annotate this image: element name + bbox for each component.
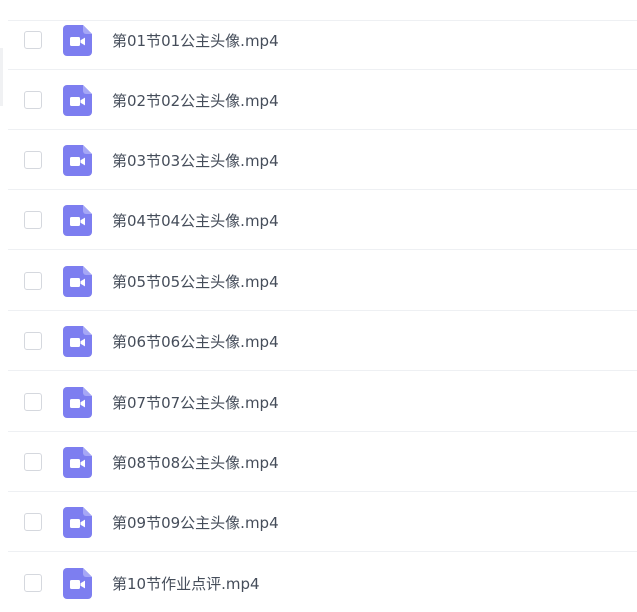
file-name[interactable]: 第08节08公主头像.mp4 <box>112 452 279 473</box>
row-checkbox[interactable] <box>24 332 42 350</box>
video-file-icon <box>63 386 92 418</box>
file-row[interactable]: 第01节01公主头像.mp4 <box>0 10 637 70</box>
row-checkbox[interactable] <box>24 91 42 109</box>
video-file-icon <box>63 24 92 56</box>
row-checkbox[interactable] <box>24 211 42 229</box>
file-name[interactable]: 第04节04公主头像.mp4 <box>112 210 279 231</box>
row-checkbox[interactable] <box>24 574 42 592</box>
file-name[interactable]: 第10节作业点评.mp4 <box>112 573 260 594</box>
file-row[interactable]: 第04节04公主头像.mp4 <box>0 190 637 250</box>
video-file-icon <box>63 567 92 599</box>
video-file-icon <box>63 446 92 478</box>
video-file-icon <box>63 84 92 116</box>
file-row[interactable]: 第09节09公主头像.mp4 <box>0 492 637 552</box>
row-checkbox[interactable] <box>24 272 42 290</box>
row-checkbox[interactable] <box>24 453 42 471</box>
row-checkbox[interactable] <box>24 151 42 169</box>
row-checkbox[interactable] <box>24 31 42 49</box>
video-file-icon <box>63 506 92 538</box>
file-name[interactable]: 第05节05公主头像.mp4 <box>112 271 279 292</box>
file-row[interactable]: 第05节05公主头像.mp4 <box>0 251 637 311</box>
file-name[interactable]: 第09节09公主头像.mp4 <box>112 512 279 533</box>
row-checkbox[interactable] <box>24 513 42 531</box>
file-name[interactable]: 第01节01公主头像.mp4 <box>112 30 279 51</box>
file-name[interactable]: 第06节06公主头像.mp4 <box>112 331 279 352</box>
file-row[interactable]: 第03节03公主头像.mp4 <box>0 130 637 190</box>
file-list: 第01节01公主头像.mp4 第02节02公主头像.mp4 第03节03公主头像… <box>0 0 637 612</box>
video-file-icon <box>63 204 92 236</box>
video-file-icon <box>63 265 92 297</box>
file-row[interactable]: 第10节作业点评.mp4 <box>0 553 637 612</box>
file-row[interactable]: 第06节06公主头像.mp4 <box>0 311 637 371</box>
video-file-icon <box>63 144 92 176</box>
file-row[interactable]: 第02节02公主头像.mp4 <box>0 70 637 130</box>
file-row[interactable]: 第08节08公主头像.mp4 <box>0 432 637 492</box>
file-name[interactable]: 第03节03公主头像.mp4 <box>112 150 279 171</box>
video-file-icon <box>63 325 92 357</box>
file-name[interactable]: 第07节07公主头像.mp4 <box>112 392 279 413</box>
file-name[interactable]: 第02节02公主头像.mp4 <box>112 90 279 111</box>
row-checkbox[interactable] <box>24 393 42 411</box>
file-row[interactable]: 第07节07公主头像.mp4 <box>0 372 637 432</box>
